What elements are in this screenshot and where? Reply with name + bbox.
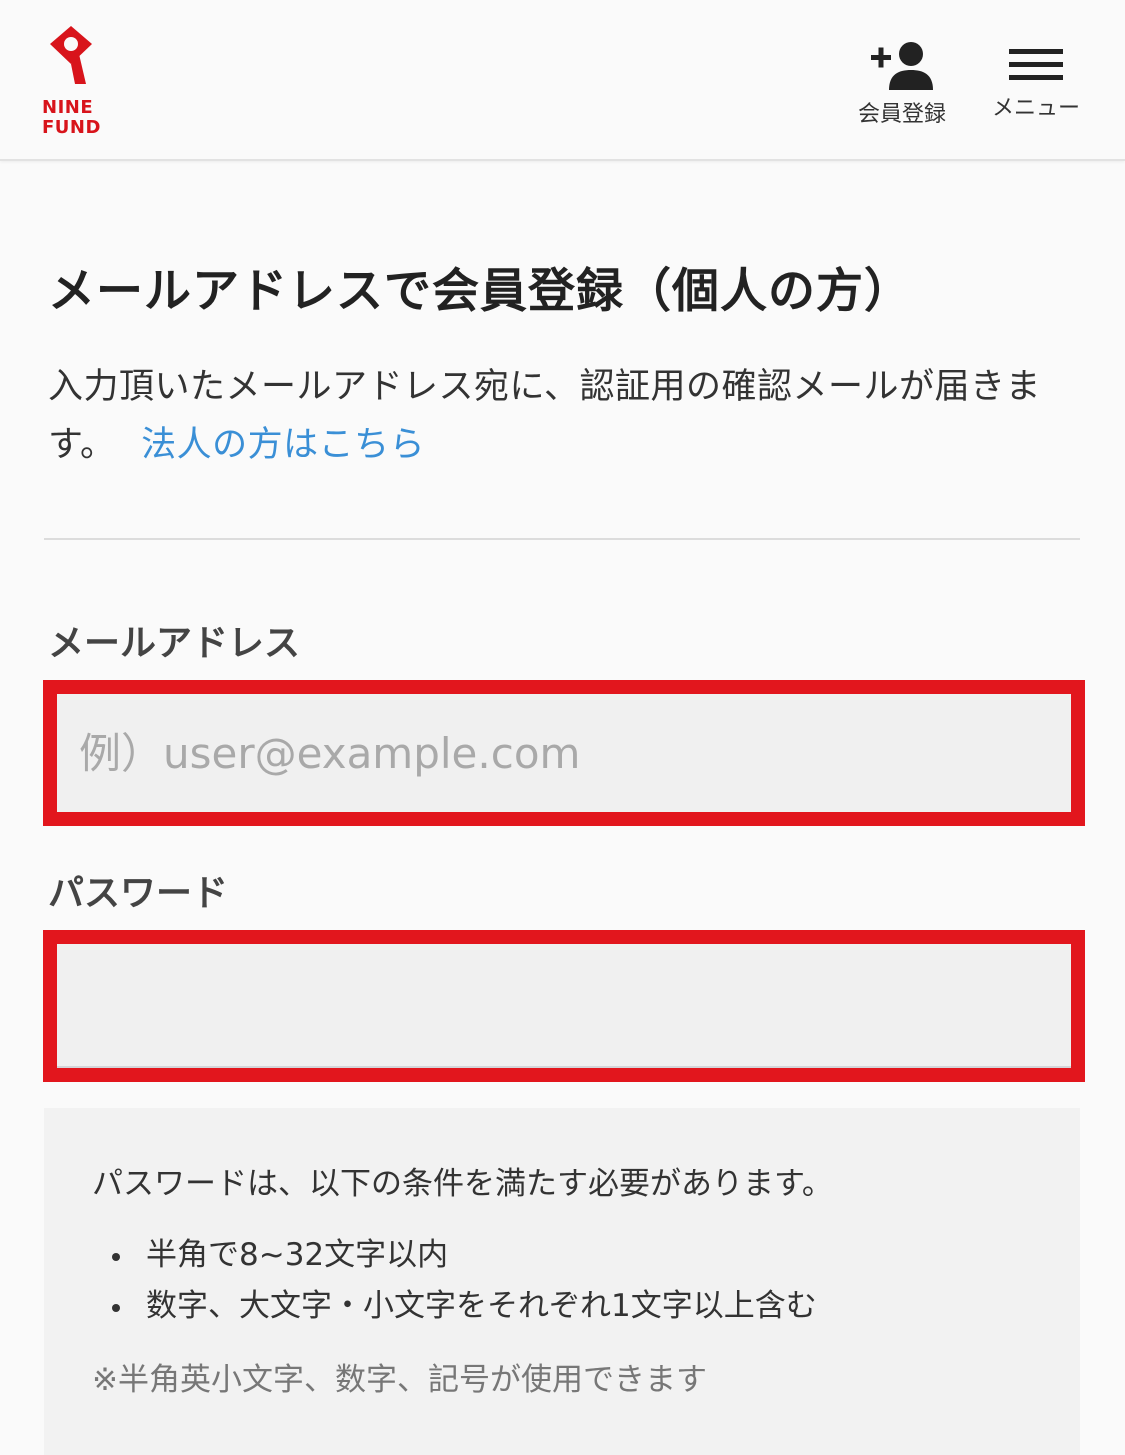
registration-page: NINE FUND 会員登録 メニュー メールアドレスで会員登録（個人の方） 入… [0, 0, 1125, 1455]
site-header: NINE FUND 会員登録 メニュー [0, 0, 1125, 161]
logo-wordmark: NINE FUND [42, 98, 122, 138]
nine-fund-logo[interactable]: NINE FUND [38, 24, 108, 144]
email-input[interactable] [57, 694, 1071, 812]
password-label: パスワード [48, 873, 229, 914]
password-input[interactable] [57, 944, 1071, 1068]
email-label: メールアドレス [48, 623, 301, 664]
hamburger-menu-icon [1009, 49, 1063, 80]
page-title: メールアドレスで会員登録（個人の方） [48, 264, 912, 319]
logo-line-2: FUND [42, 117, 101, 138]
menu-label: メニュー [991, 96, 1080, 121]
password-requirements-box: パスワードは、以下の条件を満たす必要があります。 半角で8~32文字以内 数字、… [44, 1108, 1080, 1455]
nine-logo-mark-icon [50, 26, 92, 84]
menu-button[interactable]: メニュー [988, 40, 1084, 122]
password-allowed-chars-note: ※半角英小文字、数字、記号が使用できます [92, 1362, 707, 1398]
password-requirement-item: 半角で8~32文字以内 [92, 1230, 817, 1281]
password-requirement-item: 数字、大文字・小文字をそれぞれ1文字以上含む [92, 1281, 817, 1332]
password-requirements-list: 半角で8~32文字以内 数字、大文字・小文字をそれぞれ1文字以上含む [92, 1230, 817, 1332]
register-label: 会員登録 [857, 102, 946, 127]
register-button[interactable]: 会員登録 [852, 40, 952, 128]
person-add-icon [871, 42, 933, 90]
password-requirements-intro: パスワードは、以下の条件を満たす必要があります。 [92, 1166, 833, 1202]
corporate-registration-link[interactable]: 法人の方はこちら [141, 425, 425, 465]
page-description: 入力頂いたメールアドレス宛に、認証用の確認メールが届きます。 法人の方はこちら [48, 358, 1088, 474]
password-field-highlight [43, 930, 1085, 1082]
section-divider [44, 538, 1080, 540]
logo-line-1: NINE [42, 97, 94, 118]
email-field-highlight [43, 680, 1085, 826]
